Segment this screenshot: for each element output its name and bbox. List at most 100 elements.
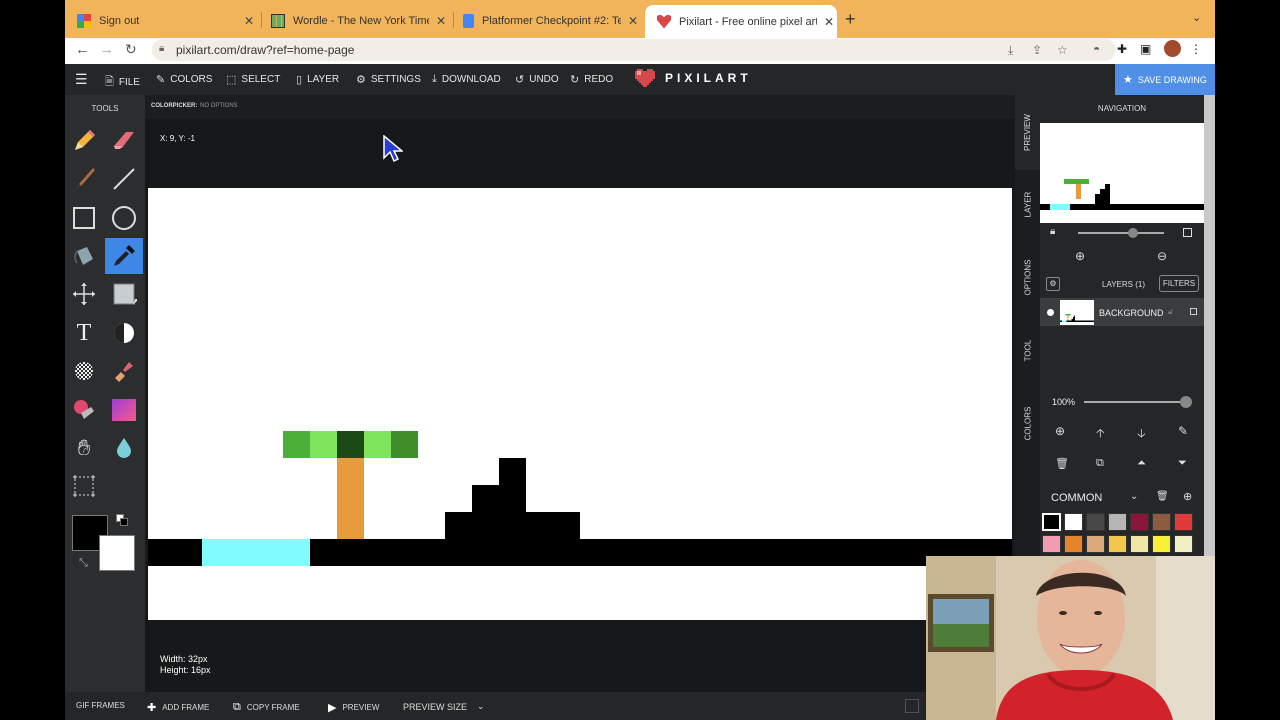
save-drawing-button[interactable]: ★ SAVE DRAWING bbox=[1115, 64, 1215, 95]
menu-file[interactable]: 🗎︎ FILE bbox=[105, 73, 140, 92]
color-swatch[interactable] bbox=[1108, 513, 1127, 531]
rectangle-tool[interactable] bbox=[65, 200, 103, 236]
tab-sign-out[interactable]: Sign out ✕ bbox=[65, 7, 257, 35]
merge-up-icon[interactable]: ⏶ bbox=[1137, 457, 1146, 470]
secondary-color-swatch[interactable] bbox=[99, 535, 135, 571]
color-swatch[interactable] bbox=[1152, 535, 1171, 553]
canvas-workspace[interactable]: X: 9, Y: -1 Width: 32px Height: 16px bbox=[145, 119, 1015, 692]
stamp-tool[interactable] bbox=[105, 353, 143, 389]
menu-redo[interactable]: ↻ REDO bbox=[570, 73, 613, 86]
menu-colors[interactable]: ✎ COLORS bbox=[156, 73, 212, 86]
tab-preview[interactable]: PREVIEW bbox=[1015, 95, 1040, 170]
trash-icon[interactable]: 🗑︎ bbox=[1156, 491, 1169, 502]
shade-tool[interactable] bbox=[105, 276, 143, 312]
default-colors-icon[interactable] bbox=[116, 514, 128, 526]
dither-tool[interactable] bbox=[105, 315, 143, 351]
color-swatch[interactable] bbox=[1064, 513, 1083, 531]
reload-icon[interactable]: ↻ bbox=[125, 41, 137, 58]
close-icon[interactable]: ✕ bbox=[433, 14, 449, 28]
pattern-tool[interactable] bbox=[65, 353, 103, 389]
line-tool[interactable] bbox=[105, 161, 143, 197]
eraser-color-tool[interactable] bbox=[65, 392, 103, 428]
opacity-slider-thumb[interactable] bbox=[1180, 396, 1192, 408]
move-layer-down-icon[interactable]: 🡣 bbox=[1137, 424, 1146, 445]
merge-down-icon[interactable]: ⏷ bbox=[1178, 457, 1187, 470]
color-swatch[interactable] bbox=[1174, 513, 1193, 531]
color-swatch[interactable] bbox=[1042, 535, 1061, 553]
expand-icon[interactable] bbox=[1183, 228, 1192, 237]
colorpicker-tool[interactable] bbox=[105, 238, 143, 274]
color-swatch[interactable] bbox=[1108, 535, 1127, 553]
drawing-canvas[interactable] bbox=[148, 188, 1012, 620]
swap-colors-icon[interactable]: ⤡ bbox=[79, 557, 88, 570]
tab-tool[interactable]: TOOL bbox=[1015, 316, 1040, 384]
color-swatch[interactable] bbox=[1130, 535, 1149, 553]
back-icon[interactable]: ← bbox=[75, 41, 90, 58]
pixilart-logo[interactable]: PIXILART bbox=[635, 69, 752, 87]
menu-settings[interactable]: ⚙ SETTINGS bbox=[356, 73, 421, 86]
tab-platformer-doc[interactable]: Platformer Checkpoint #2: Terr ✕ bbox=[451, 7, 641, 35]
new-tab-button[interactable]: + bbox=[845, 9, 856, 30]
color-swatch[interactable] bbox=[1086, 535, 1105, 553]
crop-tool[interactable] bbox=[65, 468, 103, 504]
zoom-slider-thumb[interactable] bbox=[1128, 228, 1138, 238]
move-tool[interactable] bbox=[65, 276, 103, 312]
fill-tool[interactable] bbox=[65, 238, 103, 274]
copy-frame-button[interactable]: ⧉ COPY FRAME bbox=[233, 701, 300, 714]
move-layer-up-icon[interactable]: 🡡 bbox=[1096, 424, 1105, 445]
pencil-tool[interactable] bbox=[65, 123, 103, 159]
close-icon[interactable]: ✕ bbox=[821, 15, 837, 29]
frames-toggle-checkbox[interactable] bbox=[905, 699, 919, 713]
duplicate-layer-icon[interactable]: ⧉ bbox=[1096, 457, 1104, 470]
install-icon[interactable]: ⤓ bbox=[1008, 43, 1013, 58]
layer-checkbox[interactable] bbox=[1190, 308, 1197, 315]
zoom-in-icon[interactable]: ⊕ bbox=[1075, 249, 1085, 263]
palette-select[interactable]: COMMON bbox=[1051, 492, 1102, 504]
navigation-preview[interactable] bbox=[1040, 123, 1204, 223]
tab-layer[interactable]: LAYER bbox=[1015, 170, 1040, 238]
add-color-icon[interactable]: ⊕ bbox=[1183, 490, 1192, 503]
star-icon[interactable]: ☆ bbox=[1057, 43, 1068, 57]
color-swatch[interactable] bbox=[1042, 513, 1061, 531]
menu-undo[interactable]: ↺ UNDO bbox=[515, 73, 559, 86]
extension-icon[interactable]: ◓ bbox=[1093, 42, 1100, 56]
close-icon[interactable]: ✕ bbox=[625, 14, 641, 28]
color-swatch[interactable] bbox=[1086, 513, 1105, 531]
trash-icon[interactable]: 🗑︎ bbox=[1055, 457, 1069, 470]
color-swatch[interactable] bbox=[1130, 513, 1149, 531]
color-swatch[interactable] bbox=[1174, 535, 1193, 553]
tab-colors[interactable]: COLORS bbox=[1015, 384, 1040, 462]
color-swatch[interactable] bbox=[1064, 535, 1083, 553]
color-swatch[interactable] bbox=[1152, 513, 1171, 531]
puzzle-icon[interactable]: ✚ bbox=[1117, 42, 1127, 56]
kebab-menu-icon[interactable]: ⋮ bbox=[1190, 42, 1202, 56]
opacity-slider-track[interactable] bbox=[1084, 401, 1186, 403]
forward-icon[interactable]: → bbox=[99, 41, 114, 58]
gradient-tool[interactable] bbox=[105, 392, 143, 428]
zoom-slider-track[interactable] bbox=[1078, 232, 1164, 234]
unlock-icon[interactable]: 🔓︎ bbox=[1168, 307, 1173, 317]
edit-layer-icon[interactable]: ✎ bbox=[1178, 424, 1188, 438]
tab-pixilart[interactable]: Pixilart - Free online pixel art d ✕ bbox=[645, 5, 837, 38]
brush-tool[interactable] bbox=[65, 161, 103, 197]
layer-row[interactable]: BACKGROUND 🔓︎ bbox=[1040, 298, 1204, 326]
profile-avatar[interactable] bbox=[1164, 40, 1181, 57]
hand-tool[interactable]: ✋︎ bbox=[65, 430, 103, 466]
chevron-down-icon[interactable]: ⌄ bbox=[1130, 491, 1138, 502]
hamburger-icon[interactable]: ☰ bbox=[75, 71, 88, 88]
blur-tool[interactable] bbox=[105, 430, 143, 466]
sidepanel-icon[interactable]: ▣ bbox=[1140, 42, 1151, 56]
add-layer-icon[interactable]: ⊕ bbox=[1055, 424, 1065, 438]
zoom-out-icon[interactable]: ⊖ bbox=[1157, 249, 1167, 263]
tab-wordle[interactable]: Wordle - The New York Times ✕ bbox=[259, 7, 449, 35]
visibility-icon[interactable] bbox=[1047, 309, 1054, 316]
preview-button[interactable]: ▶ PREVIEW bbox=[328, 701, 379, 714]
address-bar[interactable]: 🔒︎ pixilart.com/draw?ref=home-page ⤓ ⇪ ☆ bbox=[152, 39, 1116, 61]
ellipse-tool[interactable] bbox=[105, 200, 143, 236]
add-frame-button[interactable]: ✚ ADD FRAME bbox=[147, 701, 209, 714]
lock-icon[interactable]: 🔒︎ bbox=[159, 43, 164, 54]
layer-settings-icon[interactable]: ⚙ bbox=[1046, 277, 1060, 291]
menu-select[interactable]: ⬚ SELECT bbox=[226, 73, 280, 86]
eraser-tool[interactable] bbox=[105, 123, 143, 159]
menu-layer[interactable]: ▯ LAYER bbox=[296, 73, 339, 86]
